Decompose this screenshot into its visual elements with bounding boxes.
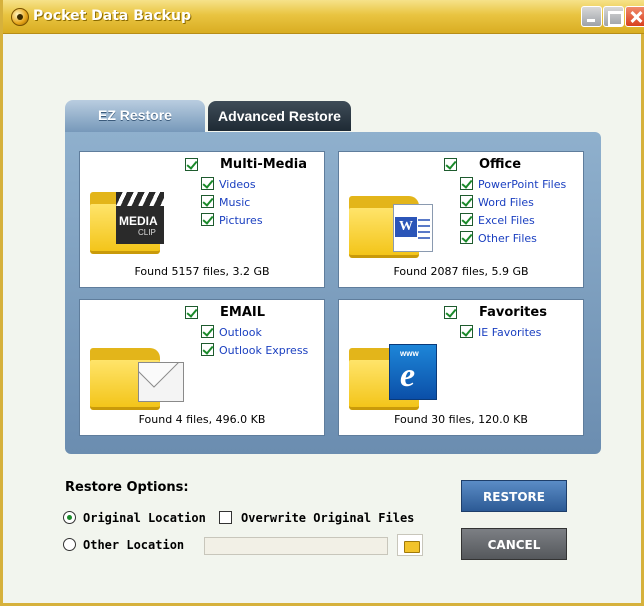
- music-checkbox[interactable]: [201, 195, 214, 208]
- title-bar[interactable]: Pocket Data Backup: [3, 0, 644, 34]
- other-location-label[interactable]: Other Location: [83, 538, 184, 552]
- word-document-icon: W: [393, 204, 433, 252]
- window-title: Pocket Data Backup: [33, 8, 191, 24]
- app-logo-icon: [11, 8, 29, 26]
- restore-button[interactable]: RESTORE: [461, 480, 567, 512]
- restore-options-title: Restore Options:: [65, 480, 189, 495]
- outlook-express-checkbox[interactable]: [201, 343, 214, 356]
- ie-favorites-checkbox[interactable]: [460, 325, 473, 338]
- tab-ez-restore[interactable]: EZ Restore: [65, 100, 205, 136]
- other-files-label[interactable]: Other Files: [478, 232, 537, 245]
- close-button[interactable]: [625, 6, 644, 27]
- media-clip-icon: MEDIA CLIP: [116, 192, 164, 244]
- overwrite-checkbox[interactable]: [219, 511, 232, 524]
- outlook-label[interactable]: Outlook: [219, 326, 262, 339]
- maximize-button[interactable]: [603, 6, 624, 27]
- office-card: Office PowerPoint Files Word Files Excel…: [338, 151, 584, 288]
- restore-panel: Multi-Media Videos Music Pictures MEDIA …: [65, 132, 601, 454]
- office-title: Office: [479, 157, 522, 172]
- pictures-label[interactable]: Pictures: [219, 214, 263, 227]
- minimize-button[interactable]: [581, 6, 602, 27]
- favorites-title: Favorites: [479, 305, 547, 320]
- browse-folder-button[interactable]: [397, 534, 423, 556]
- excel-label[interactable]: Excel Files: [478, 214, 535, 227]
- word-label[interactable]: Word Files: [478, 196, 534, 209]
- favorites-checkbox[interactable]: [444, 306, 457, 319]
- office-checkbox[interactable]: [444, 158, 457, 171]
- cancel-button[interactable]: CANCEL: [461, 528, 567, 560]
- app-window: Pocket Data Backup EZ Restore Advanced R…: [0, 0, 644, 606]
- multimedia-checkbox[interactable]: [185, 158, 198, 171]
- original-location-label[interactable]: Original Location: [83, 511, 206, 525]
- other-files-checkbox[interactable]: [460, 231, 473, 244]
- internet-explorer-icon: www e: [389, 344, 437, 400]
- multimedia-card: Multi-Media Videos Music Pictures MEDIA …: [79, 151, 325, 288]
- outlook-express-label[interactable]: Outlook Express: [219, 344, 308, 357]
- multimedia-found-text: Found 5157 files, 3.2 GB: [134, 265, 270, 278]
- videos-label[interactable]: Videos: [219, 178, 256, 191]
- favorites-card: Favorites IE Favorites www e Found 30 fi…: [338, 299, 584, 436]
- favorites-found-text: Found 30 files, 120.0 KB: [394, 413, 528, 426]
- word-checkbox[interactable]: [460, 195, 473, 208]
- email-card: EMAIL Outlook Outlook Express Found 4 fi…: [79, 299, 325, 436]
- location-path-input[interactable]: [204, 537, 388, 555]
- excel-checkbox[interactable]: [460, 213, 473, 226]
- other-location-radio[interactable]: [63, 538, 76, 551]
- office-found-text: Found 2087 files, 5.9 GB: [393, 265, 529, 278]
- email-title: EMAIL: [220, 305, 265, 320]
- music-label[interactable]: Music: [219, 196, 250, 209]
- powerpoint-label[interactable]: PowerPoint Files: [478, 178, 566, 191]
- email-checkbox[interactable]: [185, 306, 198, 319]
- overwrite-label[interactable]: Overwrite Original Files: [241, 511, 414, 525]
- outlook-checkbox[interactable]: [201, 325, 214, 338]
- powerpoint-checkbox[interactable]: [460, 177, 473, 190]
- envelope-icon: [138, 362, 184, 402]
- videos-checkbox[interactable]: [201, 177, 214, 190]
- pictures-checkbox[interactable]: [201, 213, 214, 226]
- email-found-text: Found 4 files, 496.0 KB: [138, 413, 266, 426]
- multimedia-title: Multi-Media: [220, 157, 308, 172]
- original-location-radio[interactable]: [63, 511, 76, 524]
- tab-advanced-restore[interactable]: Advanced Restore: [208, 101, 351, 131]
- ie-favorites-label[interactable]: IE Favorites: [478, 326, 541, 339]
